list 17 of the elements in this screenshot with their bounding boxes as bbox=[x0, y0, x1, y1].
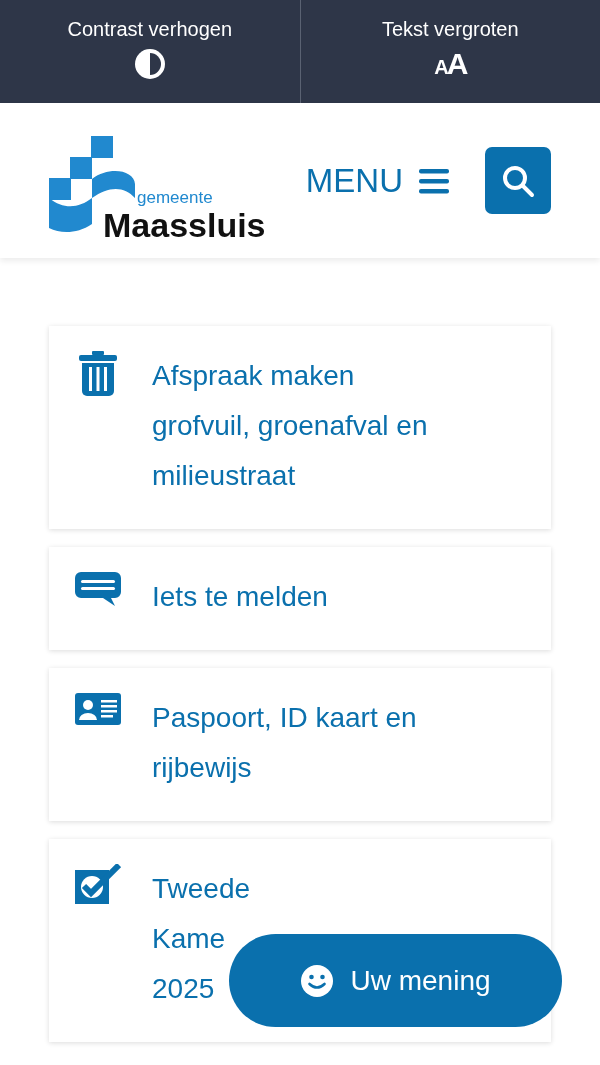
contrast-button[interactable]: Contrast verhogen bbox=[0, 0, 300, 103]
menu-icon bbox=[419, 167, 449, 194]
logo-name: Maassluis bbox=[103, 206, 266, 243]
contrast-icon bbox=[132, 47, 167, 81]
service-tile[interactable]: Iets te melden bbox=[49, 547, 551, 650]
id-card-icon bbox=[74, 693, 121, 725]
menu-button[interactable]: MENU bbox=[305, 161, 449, 200]
search-icon bbox=[501, 163, 535, 198]
smiley-icon bbox=[300, 963, 335, 998]
service-tile[interactable]: Afspraak maken grofvuil, groenafval en milieustraat bbox=[49, 326, 551, 529]
text-size-button[interactable]: Tekst vergroten AA bbox=[299, 0, 600, 103]
logo-subtitle: gemeente bbox=[136, 188, 213, 207]
checkbox-icon bbox=[74, 864, 121, 906]
search-button[interactable] bbox=[485, 147, 551, 214]
speech-bubble-icon bbox=[74, 572, 121, 608]
feedback-button[interactable]: Uw mening bbox=[229, 934, 562, 1027]
service-tile[interactable]: Paspoort, ID kaart en rijbewijs bbox=[49, 668, 551, 821]
